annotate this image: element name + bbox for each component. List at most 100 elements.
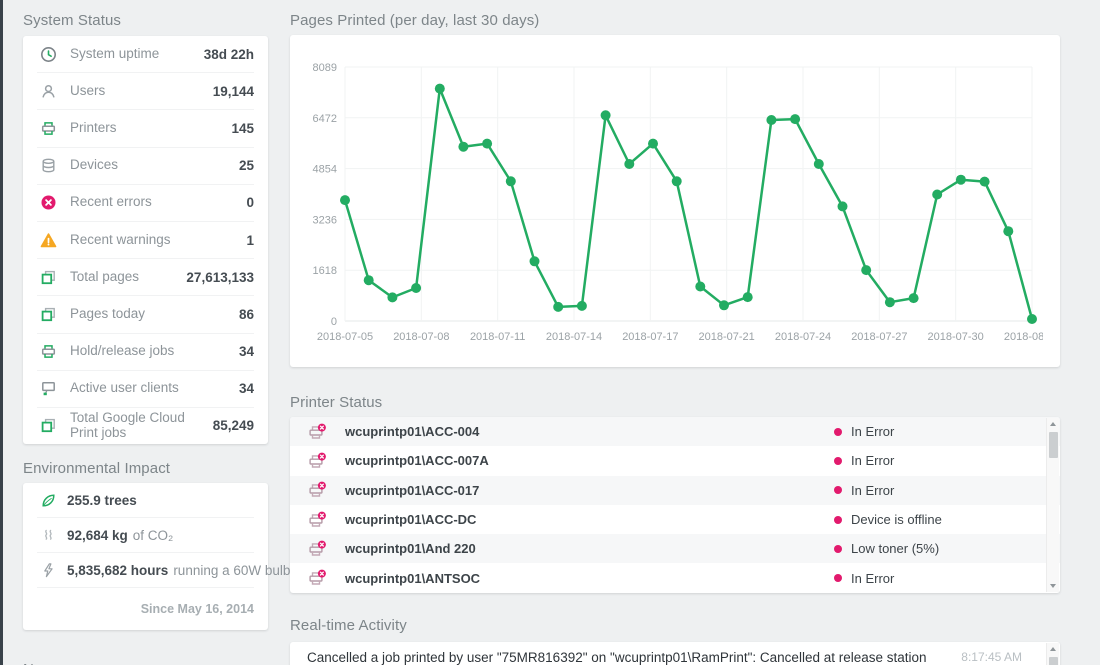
realtime-activity-heading: Real-time Activity [290, 617, 1060, 634]
status-label: Hold/release jobs [70, 344, 239, 359]
printer-row[interactable]: wcuprintp01\ACC-007A In Error [290, 446, 1060, 475]
svg-text:2018-07-11: 2018-07-11 [470, 331, 525, 343]
env-value: 255.9 trees [67, 493, 137, 508]
activity-row: Cancelled a job printed by user "75MR816… [290, 642, 1060, 665]
svg-text:4854: 4854 [313, 164, 337, 176]
co2-icon [40, 527, 57, 544]
status-label: System uptime [70, 47, 204, 62]
environmental-impact-card: 255.9 trees 92,684 kg of CO₂ 5,835,682 h… [23, 483, 268, 630]
status-dot [834, 574, 842, 582]
pages-icon [40, 306, 57, 323]
scrollbar-thumb[interactable] [1049, 432, 1058, 458]
svg-text:2018-07-30: 2018-07-30 [928, 331, 984, 343]
activity-list-scrollbar[interactable] [1046, 643, 1059, 665]
status-row: System uptime 38d 22h [37, 36, 254, 72]
printer-name[interactable]: wcuprintp01\ACC-017 [345, 483, 479, 498]
svg-text:2018-07-21: 2018-07-21 [699, 331, 755, 343]
status-value: 145 [231, 121, 254, 136]
printer-name[interactable]: wcuprintp01\ACC-007A [345, 453, 489, 468]
printer-status-text: In Error [851, 483, 894, 498]
printer-status-text: Device is offline [851, 512, 942, 527]
printer-error-icon [307, 511, 327, 529]
status-row: Printers 145 [37, 109, 254, 146]
status-value: 19,144 [213, 84, 254, 99]
status-row: Users 19,144 [37, 72, 254, 109]
environmental-impact-heading: Environmental Impact [23, 460, 268, 477]
printer-row[interactable]: wcuprintp01\ACC-004 In Error [290, 417, 1060, 446]
printer-name[interactable]: wcuprintp01\ANTSOC [345, 571, 480, 586]
printer-error-icon [307, 540, 327, 558]
status-label: Active user clients [70, 381, 239, 396]
printer-error-icon [307, 423, 327, 441]
status-label: Pages today [70, 307, 239, 322]
pages-printed-heading: Pages Printed (per day, last 30 days) [290, 0, 1060, 29]
activity-message: Cancelled a job printed by user "75MR816… [307, 650, 927, 665]
scroll-up-arrow-icon[interactable] [1047, 418, 1059, 430]
news-heading: News [23, 661, 268, 665]
devices-icon [40, 157, 57, 174]
svg-text:2018-07-24: 2018-07-24 [775, 331, 831, 343]
status-dot [834, 457, 842, 465]
svg-text:2018-08-03: 2018-08-03 [1004, 331, 1043, 343]
printer-row[interactable]: wcuprintp01\ACC-017 In Error [290, 476, 1060, 505]
status-dot [834, 516, 842, 524]
printer-name[interactable]: wcuprintp01\And 220 [345, 541, 476, 556]
status-value: 85,249 [213, 418, 254, 433]
printer-status: In Error [834, 571, 1030, 586]
svg-text:8089: 8089 [313, 62, 337, 74]
printer-name[interactable]: wcuprintp01\ACC-DC [345, 512, 476, 527]
pages-icon [40, 417, 57, 434]
pages-printed-card: 0161832364854647280892018-07-052018-07-0… [290, 35, 1060, 367]
status-row: Recent warnings 1 [37, 221, 254, 258]
status-dot [834, 428, 842, 436]
status-label: Total pages [70, 270, 186, 285]
printer-name[interactable]: wcuprintp01\ACC-004 [345, 424, 479, 439]
right-column: Pages Printed (per day, last 30 days) 0 1… [290, 0, 1060, 665]
status-dot [834, 486, 842, 494]
printer-row[interactable]: wcuprintp01\ANTSOC In Error [290, 563, 1060, 592]
printer-row[interactable]: wcuprintp01\ACC-DC Device is offline [290, 505, 1060, 534]
printer-status-text: In Error [851, 571, 894, 586]
printer-icon [40, 343, 57, 360]
scroll-up-arrow-icon[interactable] [1047, 643, 1059, 655]
printer-list-scrollbar[interactable] [1046, 418, 1059, 592]
clock-icon [40, 46, 57, 63]
status-row: Hold/release jobs 34 [37, 333, 254, 370]
error-icon [40, 194, 57, 211]
pages-printed-chart: 0161832364854647280892018-07-052018-07-0… [306, 49, 1043, 351]
status-row: Total Google Cloud Print jobs 85,249 [37, 407, 254, 444]
realtime-activity-card: Cancelled a job printed by user "75MR816… [290, 642, 1060, 665]
svg-text:1618: 1618 [313, 265, 337, 277]
status-value: 34 [239, 381, 254, 396]
printer-error-icon [307, 452, 327, 470]
status-label: Total Google Cloud Print jobs [70, 411, 213, 441]
env-row: 5,835,682 hours running a 60W bulb [37, 552, 254, 587]
left-column: System Status System uptime 38d 22h User… [23, 0, 268, 665]
env-row: 92,684 kg of CO₂ [37, 517, 254, 552]
users-icon [40, 83, 57, 100]
status-label: Recent warnings [70, 233, 246, 248]
env-value: 5,835,682 hours [67, 563, 168, 578]
scroll-down-arrow-icon[interactable] [1047, 580, 1059, 592]
status-label: Devices [70, 158, 239, 173]
system-status-card: System uptime 38d 22h Users 19,144 Print… [23, 36, 268, 444]
status-label: Recent errors [70, 195, 246, 210]
energy-icon [40, 562, 57, 579]
status-value: 86 [239, 307, 254, 322]
status-row: Total pages 27,613,133 [37, 258, 254, 295]
status-row: Recent errors 0 [37, 184, 254, 221]
status-value: 34 [239, 344, 254, 359]
printer-error-icon [307, 569, 327, 587]
printer-status: In Error [834, 453, 1030, 468]
svg-text:0: 0 [331, 316, 337, 328]
scrollbar-thumb[interactable] [1049, 657, 1058, 665]
printer-error-icon [307, 481, 327, 499]
svg-text:2018-07-27: 2018-07-27 [851, 331, 907, 343]
printer-status-text: In Error [851, 424, 894, 439]
printer-status: Device is offline [834, 512, 1030, 527]
status-value: 38d 22h [204, 47, 254, 62]
printer-status-text: Low toner (5%) [851, 541, 939, 556]
status-value: 0 [246, 195, 254, 210]
status-label: Users [70, 84, 213, 99]
printer-row[interactable]: wcuprintp01\And 220 Low toner (5%) [290, 534, 1060, 563]
